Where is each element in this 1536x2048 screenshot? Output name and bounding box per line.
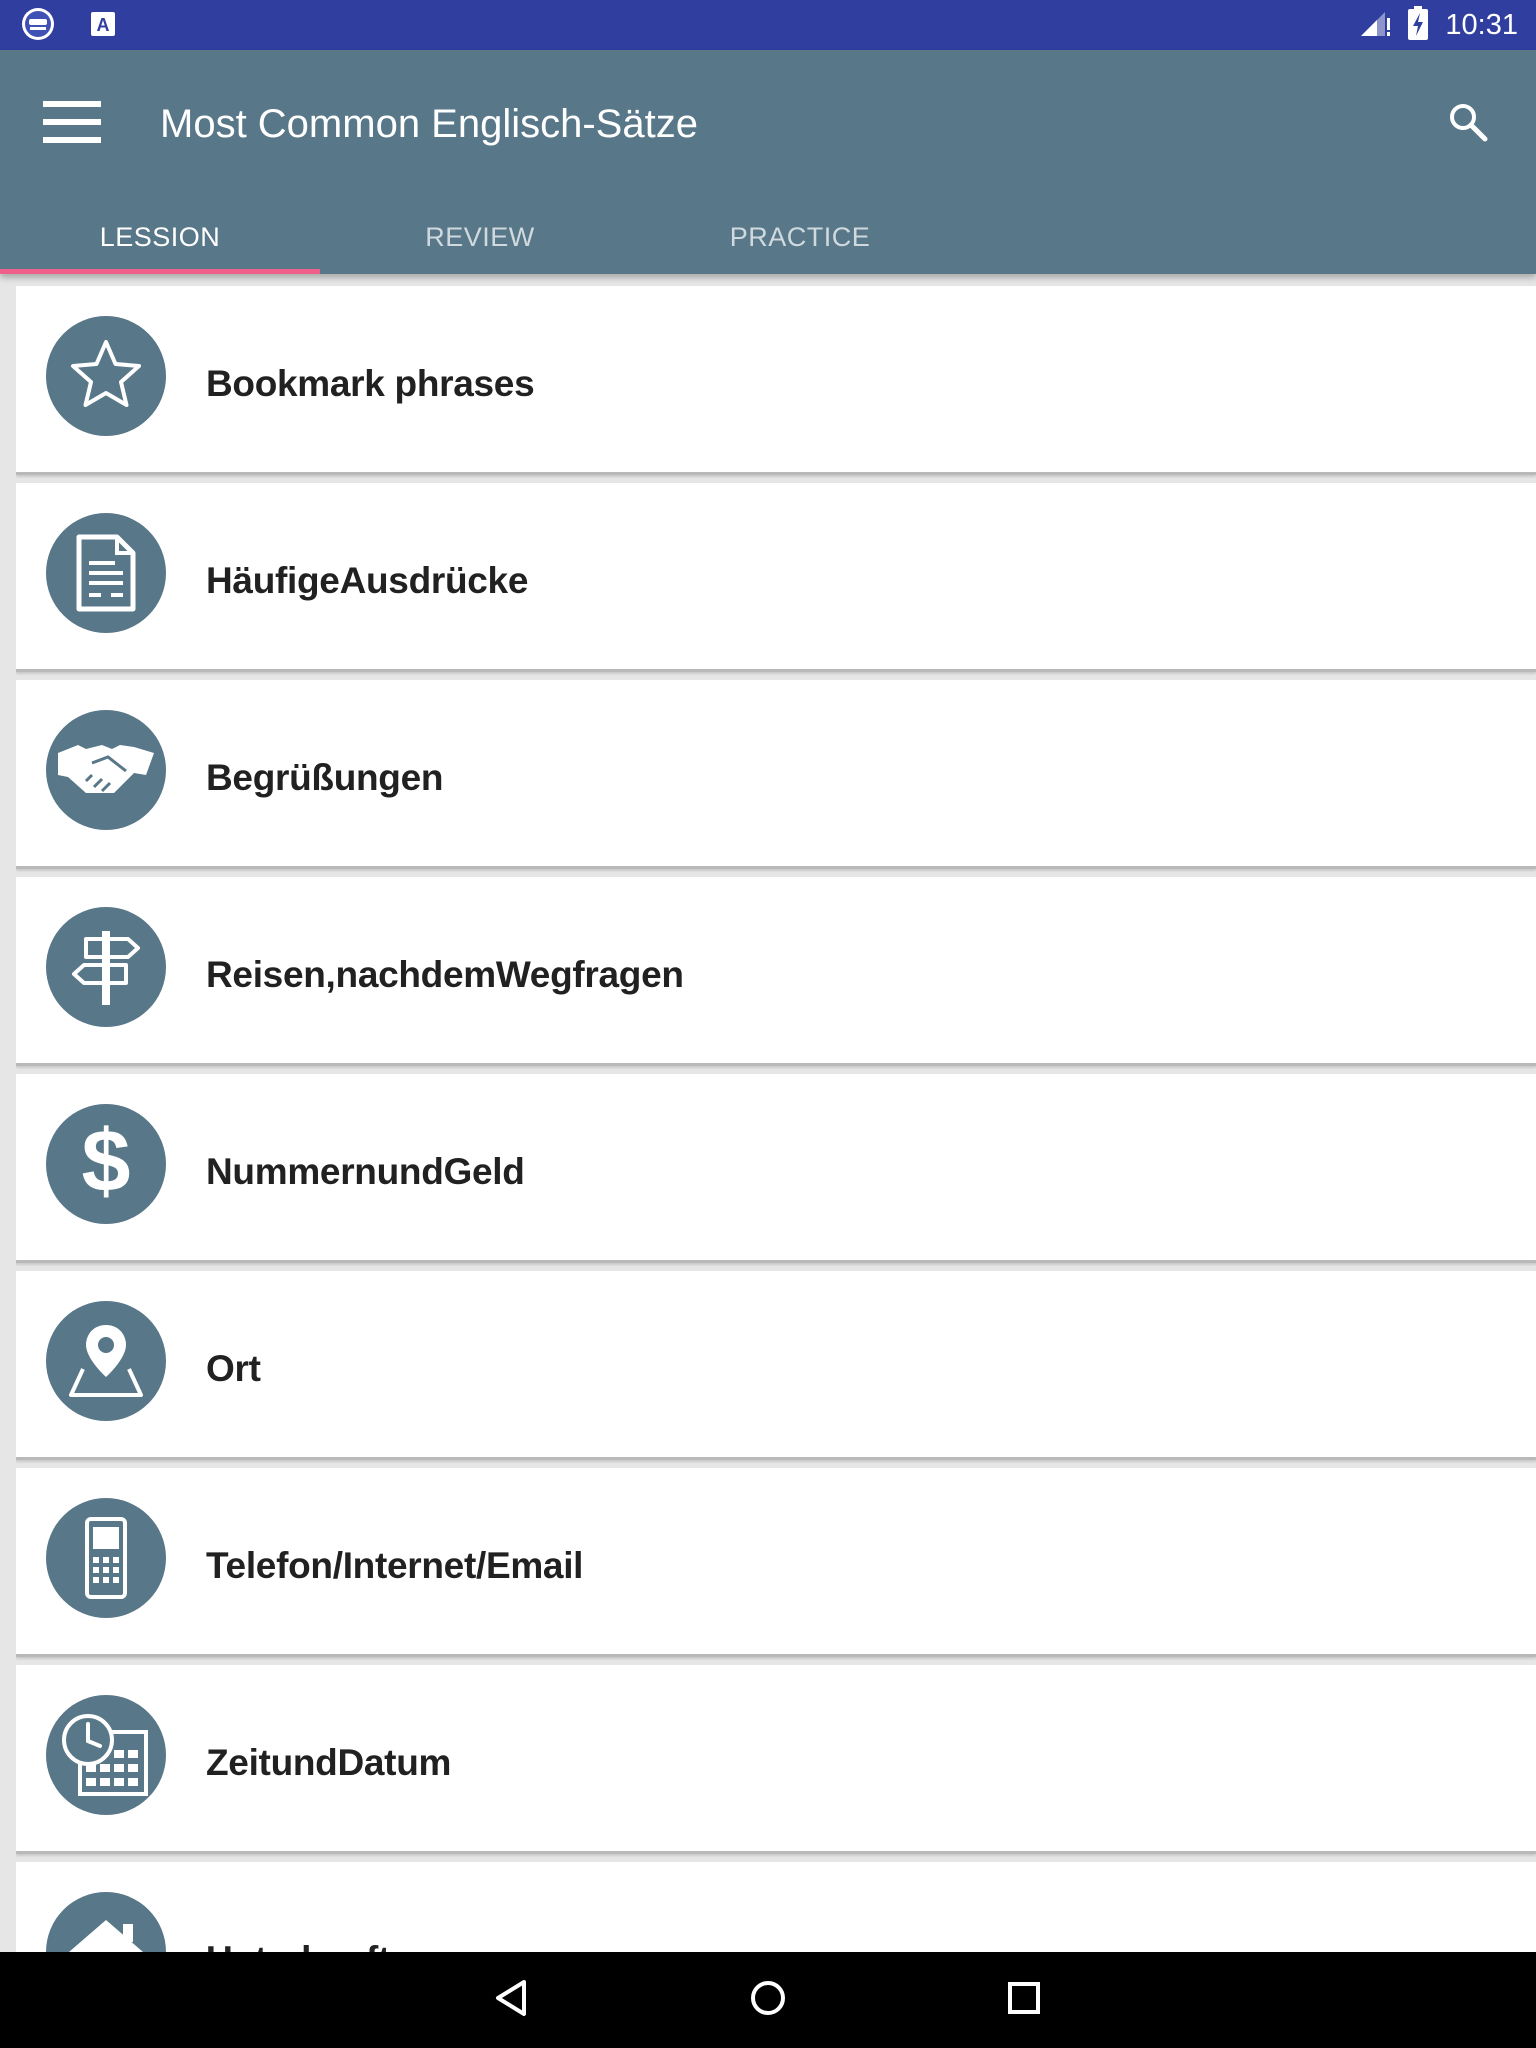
search-icon — [1448, 102, 1488, 147]
lesson-label: ZeitundDatum — [206, 1742, 452, 1783]
status-time: 10:31 — [1445, 8, 1518, 41]
lesson-item-bookmark-phrases[interactable]: Bookmark phrases — [16, 286, 1536, 475]
lesson-label: HäufigeAusdrücke — [206, 560, 529, 601]
tab-bar: LESSION REVIEW PRACTICE — [0, 200, 960, 274]
tab-review[interactable]: REVIEW — [320, 200, 640, 274]
dollar-icon: $ — [46, 1104, 166, 1224]
lesson-item-begruessungen[interactable]: Begrüßungen — [16, 680, 1536, 869]
battery-charging-icon — [1407, 5, 1429, 45]
lesson-label: Begrüßungen — [206, 757, 444, 798]
house-icon — [46, 1892, 166, 1952]
recents-icon — [1004, 1978, 1044, 2023]
home-button[interactable] — [730, 1962, 806, 2038]
lesson-label: Reisen,nachdemWegfragen — [206, 954, 684, 995]
lesson-item-zeit-und-datum[interactable]: ZeitundDatum — [16, 1665, 1536, 1854]
back-icon — [492, 1978, 532, 2023]
text-a-icon: A — [90, 11, 116, 42]
lesson-item-ort[interactable]: Ort — [16, 1271, 1536, 1460]
lesson-item-nummern-und-geld[interactable]: $ NummernundGeld — [16, 1074, 1536, 1263]
back-button[interactable] — [474, 1962, 550, 2038]
signal-icon — [1359, 8, 1391, 43]
system-nav-bar — [0, 1952, 1536, 2048]
lesson-item-unterkunft[interactable]: Unterkunft — [16, 1862, 1536, 1952]
clock-calendar-icon — [46, 1695, 166, 1815]
tab-practice[interactable]: PRACTICE — [640, 200, 960, 274]
menu-button[interactable] — [36, 88, 108, 160]
mobile-phone-icon — [46, 1498, 166, 1618]
lesson-label: Bookmark phrases — [206, 363, 535, 404]
status-notifications: A — [20, 6, 116, 47]
lesson-list[interactable]: Bookmark phrases HäufigeAusdrücke Begrüß… — [16, 286, 1536, 1952]
signpost-icon — [46, 907, 166, 1027]
page-title: Most Common Englisch-Sätze — [160, 102, 698, 146]
lesson-label: Ort — [206, 1348, 261, 1389]
lesson-label: Unterkunft — [206, 1862, 390, 1952]
search-button[interactable] — [1432, 88, 1504, 160]
tab-lession[interactable]: LESSION — [0, 200, 320, 274]
app-bar: Most Common Englisch-Sätze LESSION REVIE… — [0, 50, 1536, 274]
svg-text:$: $ — [82, 1119, 131, 1209]
handshake-icon — [46, 710, 166, 830]
app-logo-icon — [20, 6, 56, 47]
status-bar: A 10:31 — [0, 0, 1536, 50]
lesson-label: NummernundGeld — [206, 1151, 525, 1192]
svg-text:A: A — [97, 15, 110, 35]
recents-button[interactable] — [986, 1962, 1062, 2038]
lesson-item-haeufige-ausdruecke[interactable]: HäufigeAusdrücke — [16, 483, 1536, 672]
map-pin-icon — [46, 1301, 166, 1421]
lesson-item-telefon[interactable]: Telefon/Internet/Email — [16, 1468, 1536, 1657]
status-system: 10:31 — [1359, 5, 1518, 45]
hamburger-menu-icon — [43, 100, 101, 148]
star-icon — [46, 316, 166, 436]
document-icon — [46, 513, 166, 633]
lesson-item-reisen[interactable]: Reisen,nachdemWegfragen — [16, 877, 1536, 1066]
home-icon — [748, 1978, 788, 2023]
lesson-label: Telefon/Internet/Email — [206, 1545, 584, 1586]
